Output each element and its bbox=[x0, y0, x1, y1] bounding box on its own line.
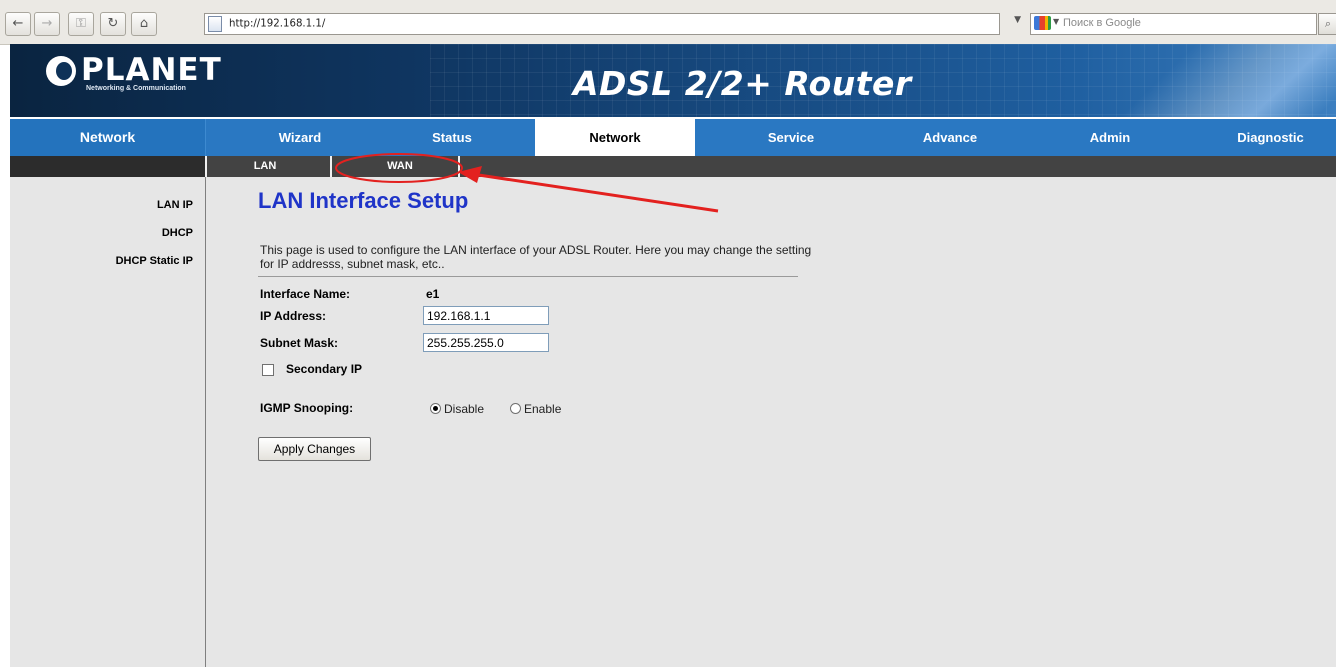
tab-admin[interactable]: Admin bbox=[1045, 119, 1175, 156]
subnav-divider bbox=[205, 156, 207, 177]
browser-toolbar: ← → ⚿ ↻ ⌂ http://192.168.1.1/ ▼ ▼ Поиск … bbox=[0, 0, 1336, 45]
product-name: ADSL 2/2+ Router bbox=[573, 64, 912, 103]
search-icon[interactable]: ⌕ bbox=[1318, 13, 1336, 35]
page-description: This page is used to configure the LAN i… bbox=[260, 243, 812, 271]
subnav-divider bbox=[330, 156, 332, 177]
subnet-mask-input[interactable] bbox=[423, 333, 549, 352]
secondary-ip-checkbox[interactable] bbox=[262, 364, 274, 376]
router-banner: PLANET Networking & Communication ADSL 2… bbox=[10, 44, 1336, 117]
sidebar-item-lan-ip[interactable]: LAN IP bbox=[157, 199, 193, 211]
logo-tagline: Networking & Communication bbox=[86, 85, 186, 92]
tab-advance[interactable]: Advance bbox=[885, 119, 1015, 156]
logo-word: PLANET bbox=[81, 52, 222, 88]
back-arrow-icon[interactable]: ← bbox=[5, 12, 31, 36]
subtab-lan[interactable]: LAN bbox=[210, 156, 320, 177]
sidebar: LAN IP DHCP DHCP Static IP bbox=[10, 177, 206, 667]
address-bar[interactable]: http://192.168.1.1/ ▼ bbox=[204, 13, 1021, 35]
igmp-disable-label: Disable bbox=[444, 402, 485, 416]
ip-address-label: IP Address: bbox=[260, 309, 327, 323]
search-bar[interactable]: ▼ Поиск в Google bbox=[1030, 13, 1317, 35]
tab-diagnostic[interactable]: Diagnostic bbox=[1205, 119, 1336, 156]
logo-circle-icon bbox=[46, 56, 76, 86]
sidebar-item-dhcp[interactable]: DHCP bbox=[162, 227, 193, 239]
tab-status[interactable]: Status bbox=[392, 119, 512, 156]
tab-service[interactable]: Service bbox=[726, 119, 856, 156]
apply-changes-button[interactable]: Apply Changes bbox=[258, 437, 371, 461]
subnav-divider bbox=[458, 156, 460, 177]
tab-network[interactable]: Network bbox=[535, 119, 695, 156]
igmp-snooping-label: IGMP Snooping: bbox=[260, 401, 354, 415]
reload-icon[interactable]: ↻ bbox=[100, 12, 126, 36]
tab-wizard[interactable]: Wizard bbox=[250, 119, 350, 156]
subnav-left-block bbox=[10, 156, 205, 177]
divider bbox=[258, 276, 798, 277]
igmp-disable-radio[interactable] bbox=[430, 403, 441, 414]
igmp-enable-radio[interactable] bbox=[510, 403, 521, 414]
sub-nav: LAN WAN bbox=[10, 156, 1336, 177]
igmp-enable-label: Enable bbox=[524, 402, 562, 416]
page-title: LAN Interface Setup bbox=[258, 188, 469, 213]
main-nav: Network Wizard Status Network Service Ad… bbox=[10, 119, 1336, 156]
chevron-down-icon[interactable]: ▼ bbox=[1053, 17, 1059, 26]
key-icon[interactable]: ⚿ bbox=[68, 12, 94, 36]
interface-name-value: e1 bbox=[426, 287, 440, 301]
chevron-down-icon[interactable]: ▼ bbox=[1014, 15, 1021, 25]
page-icon bbox=[208, 16, 222, 32]
secondary-ip-label: Secondary IP bbox=[286, 362, 363, 376]
search-placeholder: Поиск в Google bbox=[1063, 17, 1141, 29]
subtab-wan[interactable]: WAN bbox=[345, 156, 455, 177]
banner-glow-decoration bbox=[1062, 44, 1336, 117]
google-icon bbox=[1034, 16, 1051, 30]
forward-arrow-icon[interactable]: → bbox=[34, 12, 60, 36]
address-url: http://192.168.1.1/ bbox=[229, 17, 326, 29]
ip-address-input[interactable] bbox=[423, 306, 549, 325]
sidebar-item-dhcp-static-ip[interactable]: DHCP Static IP bbox=[116, 255, 193, 267]
subnet-mask-label: Subnet Mask: bbox=[260, 336, 339, 350]
nav-section-title: Network bbox=[10, 119, 206, 156]
home-icon[interactable]: ⌂ bbox=[131, 12, 157, 36]
interface-name-label: Interface Name: bbox=[260, 287, 351, 301]
